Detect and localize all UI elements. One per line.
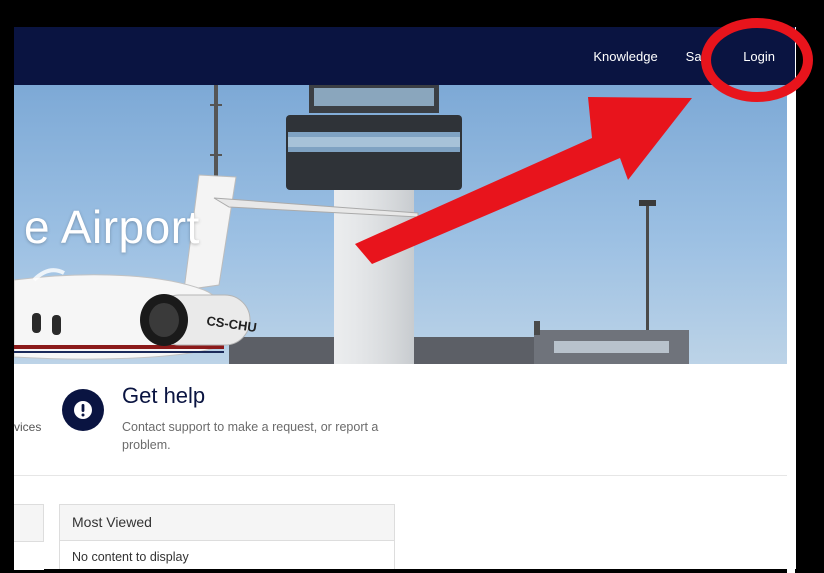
get-help-description: Contact support to make a request, or re…: [122, 420, 379, 452]
page-edge-strip: [787, 84, 795, 573]
left-panel-partial: [14, 504, 44, 570]
most-viewed-empty-text: No content to display: [72, 550, 189, 564]
get-help-link[interactable]: Get help: [122, 383, 205, 409]
hero-title: e Airport: [24, 201, 200, 253]
nav-link-login[interactable]: Login: [743, 49, 775, 64]
hero-banner: CS-CHU e Airport: [14, 85, 787, 364]
truncated-service-text: vices: [14, 420, 42, 434]
services-row: vices Get help Contact support to make a…: [14, 364, 787, 476]
content-area: Most Viewed No content to display: [14, 476, 787, 570]
top-navbar: Knowledge Saf Login: [14, 27, 795, 85]
control-tower: [286, 85, 462, 364]
screen-frame-left: [0, 0, 14, 573]
screen-frame-top: [0, 0, 824, 27]
exclamation-icon[interactable]: [62, 389, 104, 431]
most-viewed-header: Most Viewed: [60, 505, 394, 541]
nav-link-safety[interactable]: Saf: [686, 49, 706, 64]
nav-link-knowledge[interactable]: Knowledge: [593, 49, 657, 64]
most-viewed-panel: Most Viewed No content to display: [59, 504, 395, 569]
screen-frame-right: [796, 0, 824, 573]
